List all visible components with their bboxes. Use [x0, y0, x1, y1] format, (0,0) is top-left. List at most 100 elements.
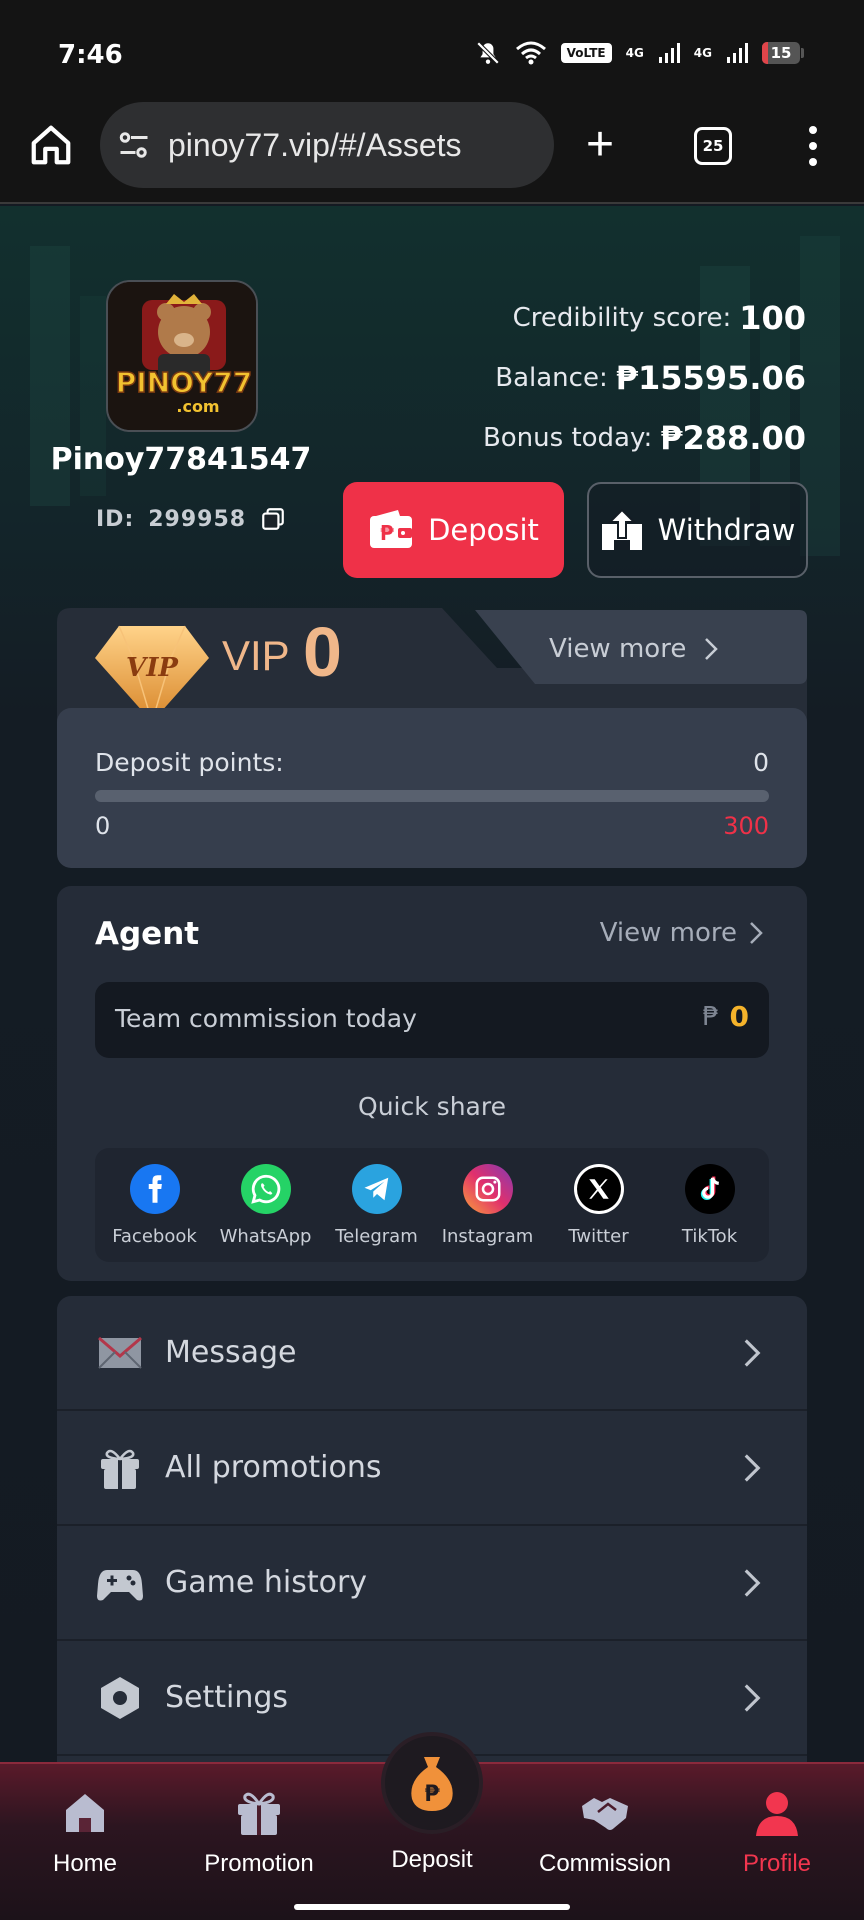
withdraw-button[interactable]: Withdraw [587, 482, 808, 578]
vip-level: 0 [303, 613, 342, 691]
nav-commission-label: Commission [538, 1850, 672, 1877]
avatar[interactable]: PINOY77 .com [106, 280, 258, 432]
share-whatsapp[interactable]: WhatsApp [211, 1148, 321, 1262]
vip-view-more-link[interactable]: View more [549, 634, 719, 664]
telegram-icon [351, 1164, 402, 1214]
new-tab-button[interactable]: + [586, 121, 614, 169]
deposit-points-value: 0 [753, 748, 769, 777]
share-facebook-label: Facebook [112, 1226, 197, 1247]
team-commission-row: Team commission today ₱ 0 [95, 982, 769, 1058]
nav-commission[interactable]: Commission [530, 1788, 680, 1878]
balance-row: Balance: ₱15595.06 [483, 348, 806, 408]
nav-profile-label: Profile [742, 1850, 812, 1877]
share-whatsapp-label: WhatsApp [219, 1226, 312, 1247]
user-id-row: ID: 299958 [96, 506, 286, 532]
share-telegram[interactable]: Telegram [322, 1148, 432, 1262]
nav-profile[interactable]: Profile [702, 1788, 852, 1878]
gift-icon [238, 1792, 280, 1835]
menu-item-message[interactable]: Message [57, 1296, 807, 1411]
vip-view-more-label: View more [549, 634, 687, 664]
agent-view-more-link[interactable]: View more [600, 918, 763, 948]
svg-text:₱: ₱ [424, 1782, 440, 1807]
gesture-home-indicator[interactable] [294, 1904, 570, 1910]
menu-item-label: All promotions [165, 1450, 382, 1485]
browser-home-icon[interactable] [28, 122, 74, 168]
wifi-icon [515, 41, 546, 65]
deposit-button[interactable]: ₱ Deposit [343, 482, 564, 578]
quick-share-title: Quick share [358, 1092, 506, 1121]
chevron-right-icon [744, 1568, 761, 1597]
share-facebook[interactable]: Facebook [100, 1148, 210, 1262]
deposit-progress-bar [95, 790, 769, 802]
chevron-right-icon [744, 1453, 761, 1482]
share-tiktok-label: TikTok [681, 1226, 738, 1247]
home-icon [66, 1794, 104, 1832]
network-1-label: 4G [625, 46, 644, 60]
nav-deposit-label: Deposit [391, 1846, 473, 1873]
battery-level-text: 15 [770, 44, 792, 62]
envelope-icon [98, 1336, 142, 1369]
instagram-icon [462, 1164, 513, 1214]
url-bar[interactable]: pinoy77.vip/#/Assets [100, 102, 554, 188]
svg-text:PINOY77: PINOY77 [116, 366, 252, 399]
x-twitter-icon [573, 1164, 624, 1214]
status-time: 7:46 [58, 40, 123, 70]
vip-card: VIP VIP 0 View more Deposit points: 0 0 … [57, 608, 807, 868]
wallet-icon: ₱ [370, 510, 413, 548]
tiktok-icon [684, 1164, 735, 1214]
share-instagram-label: Instagram [441, 1226, 534, 1247]
user-id-label: ID: [96, 506, 135, 532]
share-telegram-label: Telegram [335, 1226, 418, 1247]
share-instagram[interactable]: Instagram [433, 1148, 543, 1262]
battery-fill [762, 42, 768, 64]
vip-progress-panel: Deposit points: 0 0 300 [57, 708, 807, 868]
copy-icon[interactable] [260, 506, 286, 532]
nav-promotion[interactable]: Promotion [184, 1788, 334, 1878]
menu-item-label: Message [165, 1335, 297, 1370]
menu-item-game-history[interactable]: Game history [57, 1526, 807, 1641]
agent-card: Agent View more Team commission today ₱ … [57, 886, 807, 1281]
browser-menu-button[interactable] [806, 126, 820, 166]
bonus-label: Bonus today: [482, 423, 653, 453]
site-settings-icon[interactable] [116, 127, 152, 163]
vip-label: VIP [222, 632, 290, 679]
quick-share-list: Facebook WhatsApp Telegram Instagram Twi… [95, 1148, 769, 1262]
withdraw-label: Withdraw [657, 513, 796, 547]
progress-min: 0 [95, 812, 111, 840]
agent-title: Agent [95, 916, 200, 952]
progress-max: 300 [723, 812, 769, 840]
withdraw-icon [601, 508, 642, 550]
bottom-navigation: Home Promotion ₱ Deposit Commission Prof… [0, 1732, 864, 1920]
signal-icon [658, 43, 680, 63]
bonus-value: ₱288.00 [660, 419, 806, 457]
svg-text:.com: .com [176, 397, 219, 416]
status-bar: 7:46 VoLTE 4G 4G 15 [0, 0, 864, 100]
credibility-row: Credibility score: 100 [483, 288, 806, 348]
share-twitter[interactable]: Twitter [544, 1148, 654, 1262]
share-tiktok[interactable]: TikTok [655, 1148, 765, 1262]
menu-item-all-promotions[interactable]: All promotions [57, 1411, 807, 1526]
account-stats: Credibility score: 100 Balance: ₱15595.0… [483, 288, 806, 468]
credibility-value: 100 [739, 299, 806, 337]
handshake-icon [582, 1798, 628, 1830]
gamepad-icon [97, 1570, 143, 1601]
credibility-label: Credibility score: [512, 303, 732, 333]
browser-toolbar: pinoy77.vip/#/Assets + 25 [0, 100, 864, 204]
nav-home[interactable]: Home [10, 1788, 160, 1878]
user-icon [756, 1792, 798, 1836]
battery-indicator: 15 [762, 42, 804, 64]
commission-currency: ₱ [702, 1002, 719, 1032]
pinoy77-logo: PINOY77 .com [108, 282, 256, 430]
status-icons: VoLTE 4G 4G 15 [475, 40, 804, 66]
commission-value: 0 [729, 1000, 749, 1033]
chevron-right-icon [744, 1683, 761, 1712]
chevron-right-icon [744, 1338, 761, 1367]
assets-page: PINOY77 .com Pinoy77841547 ID: 299958 Cr… [0, 206, 864, 1920]
tab-switcher-button[interactable]: 25 [694, 127, 732, 165]
agent-view-more-label: View more [599, 918, 737, 948]
nav-deposit[interactable]: ₱ [381, 1732, 483, 1834]
menu-list: Message All promotions Game history Sett… [57, 1296, 807, 1796]
user-id-value: 299958 [148, 506, 247, 532]
chevron-right-icon [750, 922, 763, 944]
share-twitter-label: Twitter [568, 1226, 629, 1247]
